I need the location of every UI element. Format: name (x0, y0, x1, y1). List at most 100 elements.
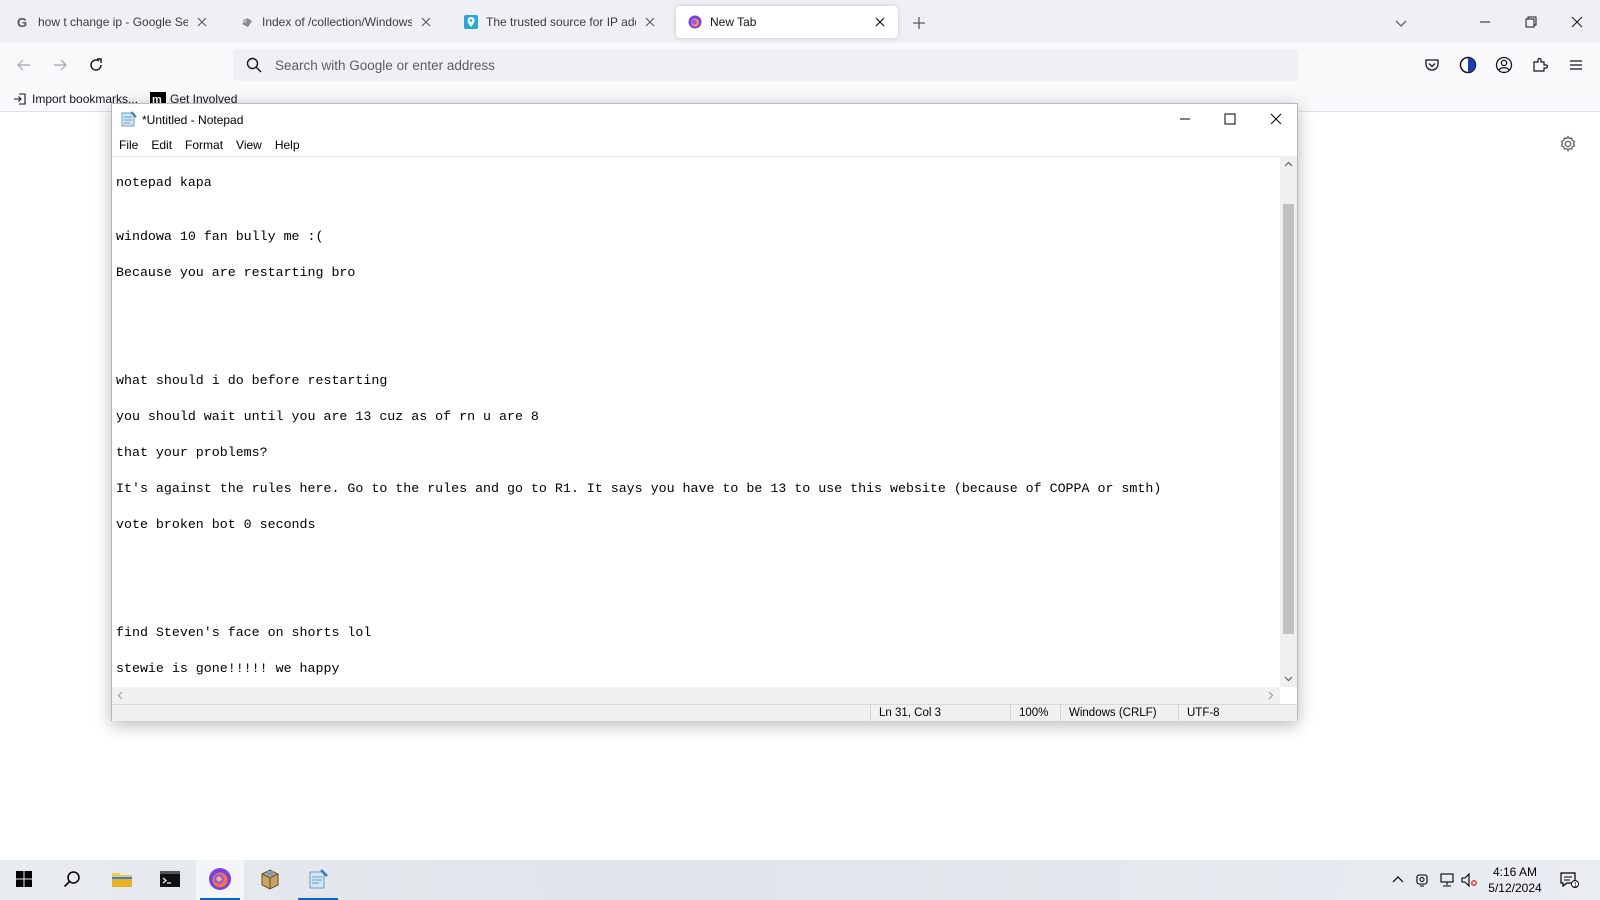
notification-center-icon[interactable]: 1 (1554, 860, 1584, 900)
text-line: what should i do before restarting (116, 373, 388, 388)
import-icon (12, 91, 28, 107)
forward-arrow-icon[interactable] (48, 53, 72, 77)
taskbar-notepad[interactable] (294, 860, 342, 900)
tab-list-chevron-icon[interactable] (1390, 12, 1412, 34)
close-tab-icon[interactable] (418, 14, 434, 30)
archive-icon (240, 15, 254, 29)
hamburger-menu-icon[interactable] (1564, 53, 1588, 77)
text-line (116, 327, 1280, 363)
folder-icon (111, 870, 133, 891)
location-pin-icon (464, 15, 478, 29)
text-line: vote broken bot 0 seconds (116, 517, 316, 532)
text-line: you should wait until you are 13 cuz as … (116, 409, 539, 424)
back-arrow-icon[interactable] (12, 53, 36, 77)
menu-format[interactable]: Format (185, 138, 230, 152)
start-button[interactable] (0, 860, 48, 900)
terminal-icon (159, 870, 181, 891)
text-line: find Steven's face on shorts lol (116, 625, 372, 640)
notepad-icon (307, 868, 329, 893)
vertical-scrollbar[interactable] (1280, 156, 1297, 687)
menu-edit[interactable]: Edit (151, 138, 179, 152)
tab-title: how t change ip - Google Search (38, 15, 188, 29)
close-tab-icon[interactable] (194, 14, 210, 30)
archive-box-icon (259, 868, 281, 893)
contrast-extension-icon[interactable] (1456, 53, 1480, 77)
system-clock[interactable]: 4:16 AM 5/12/2024 (1484, 864, 1546, 896)
extensions-puzzle-icon[interactable] (1528, 53, 1552, 77)
scroll-down-arrow-icon[interactable] (1280, 670, 1297, 687)
close-icon[interactable] (1253, 104, 1299, 134)
text-line: notepad kapa (116, 175, 212, 190)
tab-title: The trusted source for IP address (486, 15, 636, 29)
close-tab-icon[interactable] (642, 14, 658, 30)
text-line (116, 579, 1280, 615)
tab-new-tab[interactable]: New Tab (676, 6, 898, 38)
restore-icon[interactable] (1508, 0, 1554, 43)
address-input[interactable] (275, 57, 1175, 73)
firefox-icon (208, 867, 232, 894)
tab-index-collection[interactable]: Index of /collection/Windows 8 (228, 6, 444, 38)
encoding: UTF-8 (1178, 705, 1278, 722)
navigation-toolbar (0, 43, 1600, 86)
clock-time: 4:16 AM (1492, 865, 1538, 879)
taskbar: 4:16 AM 5/12/2024 1 (0, 860, 1600, 900)
text-line: that your problems? (116, 445, 268, 460)
menu-view[interactable]: View (236, 138, 269, 152)
firefox-icon (688, 15, 702, 29)
taskbar-search-button[interactable] (48, 860, 96, 900)
menu-help[interactable]: Help (275, 138, 307, 152)
network-icon[interactable] (1436, 860, 1458, 900)
text-editor-area[interactable]: notepad kapa windowa 10 fan bully me :( … (112, 156, 1280, 687)
new-tab-plus-icon[interactable] (908, 12, 930, 34)
status-bar: Ln 31, Col 3 100% Windows (CRLF) UTF-8 (112, 704, 1297, 722)
minimize-icon[interactable] (1462, 0, 1508, 43)
cursor-position: Ln 31, Col 3 (870, 705, 1010, 722)
notepad-app-icon (121, 111, 137, 127)
notepad-title-bar[interactable]: *Untitled - Notepad (112, 104, 1297, 135)
scroll-left-arrow-icon[interactable] (112, 687, 129, 704)
volume-muted-icon[interactable] (1458, 860, 1480, 900)
gear-icon[interactable] (1556, 132, 1580, 156)
close-tab-icon[interactable] (872, 14, 888, 30)
text-line (116, 201, 1280, 219)
window-title: *Untitled - Notepad (142, 113, 244, 127)
taskbar-archive-app[interactable] (246, 860, 294, 900)
text-line: windowa 10 fan bully me :( (116, 229, 324, 244)
horizontal-scrollbar[interactable] (112, 687, 1280, 704)
close-window-icon[interactable] (1554, 0, 1600, 43)
pocket-icon[interactable] (1420, 53, 1444, 77)
line-ending: Windows (CRLF) (1060, 705, 1178, 722)
tab-title: Index of /collection/Windows 8 (262, 15, 412, 29)
reload-icon[interactable] (84, 53, 108, 77)
clock-date: 5/12/2024 (1488, 881, 1542, 895)
scrollbar-thumb[interactable] (1283, 204, 1294, 634)
scroll-up-arrow-icon[interactable] (1280, 156, 1297, 173)
text-line: stewie is gone!!!!! we happy (116, 661, 340, 676)
show-hidden-icons-chevron-icon[interactable] (1388, 860, 1408, 900)
menu-bar: File Edit Format View Help (112, 135, 1297, 155)
text-line (116, 291, 1280, 327)
text-line: It's against the rules here. Go to the r… (116, 481, 1162, 496)
minimize-icon[interactable] (1162, 104, 1208, 134)
search-icon (245, 56, 263, 74)
search-icon (63, 870, 81, 891)
tab-title: New Tab (710, 15, 757, 29)
maximize-icon[interactable] (1207, 104, 1253, 134)
scroll-right-arrow-icon[interactable] (1262, 687, 1279, 704)
tab-ip-address[interactable]: The trusted source for IP address (452, 6, 668, 38)
svg-text:G: G (17, 15, 27, 29)
notepad-window: *Untitled - Notepad File Edit Format Vie… (111, 103, 1298, 722)
menu-file[interactable]: File (119, 138, 145, 152)
tab-google-search[interactable]: G how t change ip - Google Search (4, 6, 220, 38)
taskbar-terminal[interactable] (146, 860, 194, 900)
account-icon[interactable] (1492, 53, 1516, 77)
address-bar[interactable] (233, 49, 1298, 81)
text-line (116, 543, 1280, 579)
taskbar-file-explorer[interactable] (98, 860, 146, 900)
google-g-icon: G (16, 15, 30, 29)
tab-strip: G how t change ip - Google Search Index … (0, 0, 1600, 43)
meet-now-camera-icon[interactable] (1412, 860, 1434, 900)
zoom-level: 100% (1010, 705, 1060, 722)
taskbar-firefox[interactable] (196, 860, 244, 900)
text-line: Because you are restarting bro (116, 265, 356, 280)
